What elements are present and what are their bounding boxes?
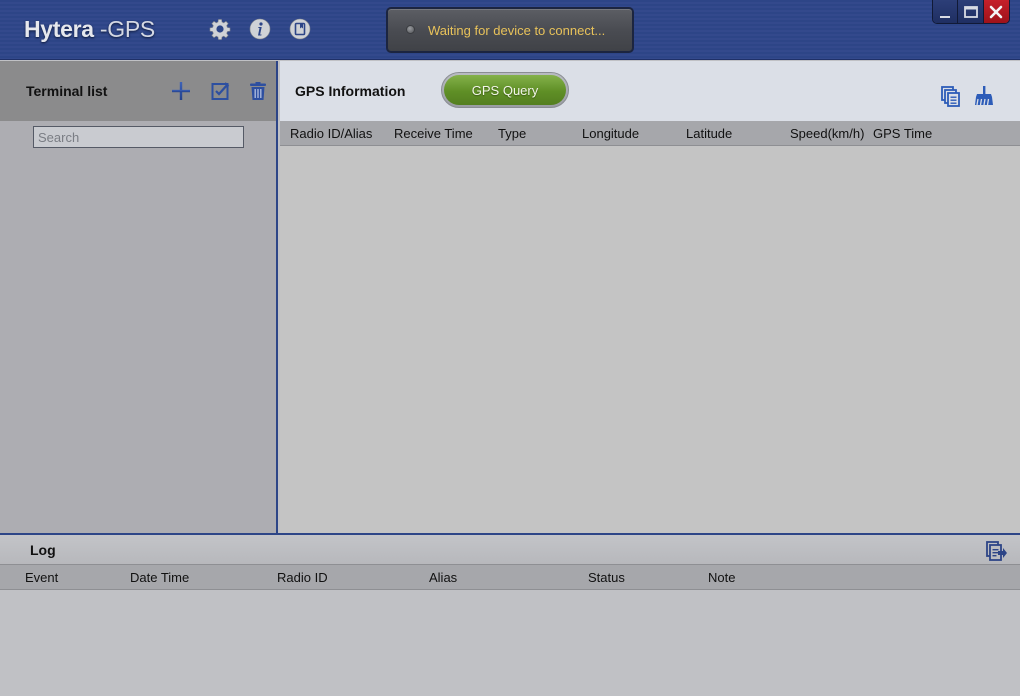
gps-query-label: GPS Query <box>444 75 566 105</box>
plus-icon <box>172 82 190 100</box>
column-type[interactable]: Type <box>498 126 526 141</box>
column-receive-time[interactable]: Receive Time <box>394 126 473 141</box>
terminal-list-header: Terminal list <box>0 61 276 121</box>
column-gps-time[interactable]: GPS Time <box>873 126 932 141</box>
export-log-button[interactable] <box>985 540 1007 562</box>
gps-query-button[interactable]: GPS Query <box>441 72 569 108</box>
delete-terminal-button[interactable] <box>247 80 269 102</box>
title-bar: Hytera -GPS Waiting for device to connec… <box>0 0 1020 60</box>
gps-information-panel: GPS Information GPS Query Radio ID/Alias… <box>280 61 1020 533</box>
gps-table-body <box>280 146 1020 532</box>
gps-table-header: Radio ID/Alias Receive Time Type Longitu… <box>280 121 1020 146</box>
column-latitude[interactable]: Latitude <box>686 126 732 141</box>
maximize-icon <box>963 5 978 18</box>
edit-icon <box>211 82 230 100</box>
app-suffix: -GPS <box>93 16 155 42</box>
log-title: Log <box>30 542 56 558</box>
log-table-body <box>0 590 1020 695</box>
log-table-header: Event Date Time Radio ID Alias Status No… <box>0 565 1020 590</box>
export-icon <box>986 541 1007 561</box>
broom-icon <box>975 86 993 106</box>
terminal-list-title: Terminal list <box>26 83 108 99</box>
edit-terminal-button[interactable] <box>210 80 232 102</box>
settings-button[interactable] <box>209 18 231 40</box>
connection-status-text: Waiting for device to connect... <box>428 23 606 38</box>
manual-button[interactable] <box>289 18 311 40</box>
connection-led-icon <box>406 25 415 34</box>
about-button[interactable] <box>249 18 271 40</box>
info-icon <box>249 18 271 40</box>
terminal-search <box>33 126 244 148</box>
maximize-button[interactable] <box>958 0 984 23</box>
column-radio-id[interactable]: Radio ID <box>277 570 328 585</box>
search-input[interactable] <box>33 126 244 148</box>
window-controls <box>932 0 1010 24</box>
gear-icon <box>209 19 231 40</box>
copy-icon <box>941 86 960 107</box>
close-icon <box>990 5 1003 18</box>
add-terminal-button[interactable] <box>170 80 192 102</box>
column-event[interactable]: Event <box>25 570 58 585</box>
column-alias[interactable]: Alias <box>429 570 457 585</box>
log-header: Log <box>0 535 1020 565</box>
column-date-time[interactable]: Date Time <box>130 570 189 585</box>
clear-records-button[interactable] <box>973 85 995 107</box>
close-button[interactable] <box>983 0 1009 23</box>
gps-information-title: GPS Information <box>295 83 406 99</box>
app-logo: Hytera -GPS <box>24 16 155 43</box>
app-brand: Hytera <box>24 16 94 42</box>
minimize-icon <box>940 15 951 18</box>
book-icon <box>289 18 311 40</box>
terminal-list-panel: Terminal list <box>0 61 278 533</box>
column-speed[interactable]: Speed(km/h) <box>790 126 864 141</box>
column-radio-id-alias[interactable]: Radio ID/Alias <box>290 126 372 141</box>
log-panel: Log Event Date Time Radio ID Alias Statu… <box>0 533 1020 696</box>
copy-records-button[interactable] <box>940 85 962 107</box>
column-longitude[interactable]: Longitude <box>582 126 639 141</box>
trash-icon <box>250 82 266 100</box>
column-note[interactable]: Note <box>708 570 735 585</box>
minimize-button[interactable] <box>933 0 959 23</box>
connection-status-panel: Waiting for device to connect... <box>386 7 634 53</box>
column-status[interactable]: Status <box>588 570 625 585</box>
gps-information-header: GPS Information GPS Query <box>280 61 1020 121</box>
